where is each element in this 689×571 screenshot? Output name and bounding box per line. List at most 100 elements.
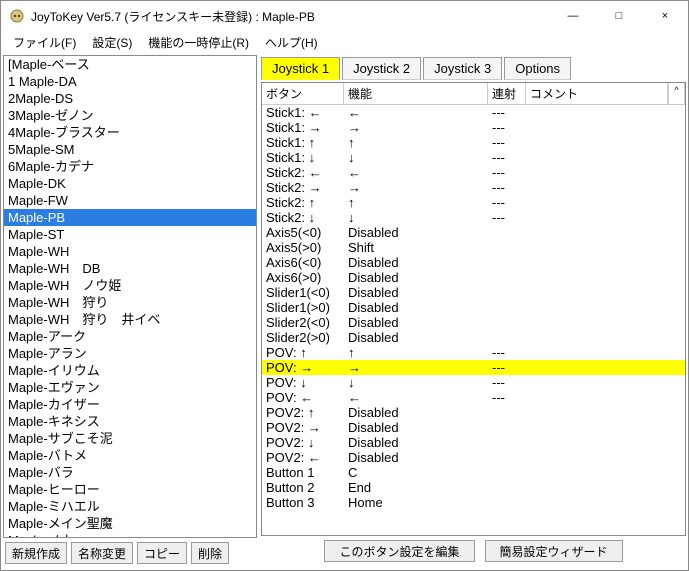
profile-item[interactable]: Maple-WH	[4, 243, 256, 260]
profile-item[interactable]: Maple-アーク	[4, 328, 256, 345]
menu-help[interactable]: ヘルプ(H)	[257, 32, 326, 53]
table-row[interactable]: Button 3Home	[262, 495, 685, 510]
profile-item[interactable]: Maple-FW	[4, 192, 256, 209]
profile-item[interactable]: Maple-バトメ	[4, 447, 256, 464]
scroll-up-icon[interactable]: ^	[668, 83, 685, 104]
table-row[interactable]: Axis6(<0)Disabled	[262, 255, 685, 270]
table-row[interactable]: POV: ↑↑---	[262, 345, 685, 360]
table-row[interactable]: Stick1: ↓↓---	[262, 150, 685, 165]
table-row[interactable]: Stick2: ↓↓---	[262, 210, 685, 225]
table-row[interactable]: Stick2: ←←---	[262, 165, 685, 180]
new-button[interactable]: 新規作成	[5, 542, 67, 564]
tab-joystick-1[interactable]: Joystick 1	[261, 57, 340, 80]
tab-joystick-2[interactable]: Joystick 2	[342, 57, 421, 80]
cell-button: Stick1: →	[262, 120, 344, 135]
profile-item[interactable]: Maple-ヒーロー	[4, 481, 256, 498]
profile-item[interactable]: Maple-WH 狩り 井イベ	[4, 311, 256, 328]
table-row[interactable]: POV2: ←Disabled	[262, 450, 685, 465]
profile-item[interactable]: 6Maple-カデナ	[4, 158, 256, 175]
copy-button[interactable]: コピー	[137, 542, 187, 564]
minimize-button[interactable]: —	[550, 1, 596, 31]
profile-item[interactable]: 4Maple-ブラスター	[4, 124, 256, 141]
maximize-button[interactable]: □	[596, 1, 642, 31]
cell-function: ←	[344, 105, 488, 120]
cell-rapid: ---	[488, 165, 526, 180]
edit-button[interactable]: このボタン設定を編集	[324, 540, 474, 562]
menu-settings[interactable]: 設定(S)	[84, 32, 140, 53]
table-row[interactable]: Stick1: →→---	[262, 120, 685, 135]
cell-button: Slider2(<0)	[262, 315, 344, 330]
cell-comment	[526, 405, 685, 420]
cell-button: POV2: ↑	[262, 405, 344, 420]
cell-function: Shift	[344, 240, 488, 255]
profile-item[interactable]: Maple-WH DB	[4, 260, 256, 277]
profile-item[interactable]: Maple-バラ	[4, 464, 256, 481]
tab-options[interactable]: Options	[504, 57, 571, 80]
cell-button: Axis5(>0)	[262, 240, 344, 255]
profile-item[interactable]: Maple-カイザー	[4, 396, 256, 413]
cell-rapid	[488, 405, 526, 420]
profile-item[interactable]: Maple-エヴァン	[4, 379, 256, 396]
profile-item[interactable]: Maple-DK	[4, 175, 256, 192]
cell-function: ←	[344, 390, 488, 405]
table-row[interactable]: Axis5(<0)Disabled	[262, 225, 685, 240]
table-row[interactable]: Button 2End	[262, 480, 685, 495]
cell-function: ↓	[344, 210, 488, 225]
table-row[interactable]: Slider2(>0)Disabled	[262, 330, 685, 345]
table-row[interactable]: Slider1(>0)Disabled	[262, 300, 685, 315]
cell-button: Axis6(>0)	[262, 270, 344, 285]
window-title: JoyToKey Ver5.7 (ライセンスキー未登録) : Maple-PB	[31, 8, 550, 25]
profile-item[interactable]: Maple-PB	[4, 209, 256, 226]
table-row[interactable]: POV: →→---	[262, 360, 685, 375]
table-row[interactable]: POV2: ↑Disabled	[262, 405, 685, 420]
cell-comment	[526, 210, 685, 225]
close-button[interactable]: ×	[642, 1, 688, 31]
table-row[interactable]: POV: ←←---	[262, 390, 685, 405]
mapping-table[interactable]: Stick1: ←←---Stick1: →→---Stick1: ↑↑---S…	[262, 105, 685, 535]
delete-button[interactable]: 削除	[191, 542, 229, 564]
table-row[interactable]: POV2: →Disabled	[262, 420, 685, 435]
rename-button[interactable]: 名称変更	[71, 542, 133, 564]
profile-item[interactable]: 1 Maple-DA	[4, 73, 256, 90]
table-row[interactable]: Stick1: ←←---	[262, 105, 685, 120]
profile-item[interactable]: 5Maple-SM	[4, 141, 256, 158]
profile-item[interactable]: [Maple-ベース	[4, 56, 256, 73]
table-row[interactable]: Slider2(<0)Disabled	[262, 315, 685, 330]
menu-pause[interactable]: 機能の一時停止(R)	[140, 32, 257, 53]
profile-item[interactable]: Maple-メイン聖魔	[4, 515, 256, 532]
cell-button: Stick1: ←	[262, 105, 344, 120]
table-row[interactable]: Stick1: ↑↑---	[262, 135, 685, 150]
profile-item[interactable]: Maple-キネシス	[4, 413, 256, 430]
table-row[interactable]: POV: ↓↓---	[262, 375, 685, 390]
profile-item[interactable]: Maple-イリウム	[4, 362, 256, 379]
table-row[interactable]: POV2: ↓Disabled	[262, 435, 685, 450]
profile-item[interactable]: 3Maple-ゼノン	[4, 107, 256, 124]
table-row[interactable]: Button 1C	[262, 465, 685, 480]
tab-joystick-3[interactable]: Joystick 3	[423, 57, 502, 80]
profile-item[interactable]: Maple-WH 狩り	[4, 294, 256, 311]
wizard-button[interactable]: 簡易設定ウィザード	[485, 540, 623, 562]
profile-list[interactable]: [Maple-ベース1 Maple-DA2Maple-DS3Maple-ゼノン4…	[3, 55, 257, 538]
table-row[interactable]: Stick2: ↑↑---	[262, 195, 685, 210]
profile-item[interactable]: Maple-サブこそ泥	[4, 430, 256, 447]
profile-item[interactable]: Maple-WH ノウ姫	[4, 277, 256, 294]
col-comment[interactable]: コメント	[526, 83, 668, 104]
profile-item[interactable]: Maple-アラン	[4, 345, 256, 362]
cell-button: Stick1: ↓	[262, 150, 344, 165]
cell-rapid	[488, 465, 526, 480]
menu-file[interactable]: ファイル(F)	[5, 32, 84, 53]
profile-item[interactable]: Maple-ST	[4, 226, 256, 243]
cell-comment	[526, 180, 685, 195]
table-row[interactable]: Stick2: →→---	[262, 180, 685, 195]
col-rapid[interactable]: 連射	[488, 83, 526, 104]
table-row[interactable]: Axis5(>0)Shift	[262, 240, 685, 255]
cell-button: Button 1	[262, 465, 344, 480]
table-row[interactable]: Axis6(>0)Disabled	[262, 270, 685, 285]
col-function[interactable]: 機能	[344, 83, 488, 104]
profile-item[interactable]: Maple-ミハエル	[4, 498, 256, 515]
table-row[interactable]: Slider1(<0)Disabled	[262, 285, 685, 300]
col-button[interactable]: ボタン	[262, 83, 344, 104]
cell-rapid: ---	[488, 345, 526, 360]
cell-button: Button 3	[262, 495, 344, 510]
profile-item[interactable]: 2Maple-DS	[4, 90, 256, 107]
